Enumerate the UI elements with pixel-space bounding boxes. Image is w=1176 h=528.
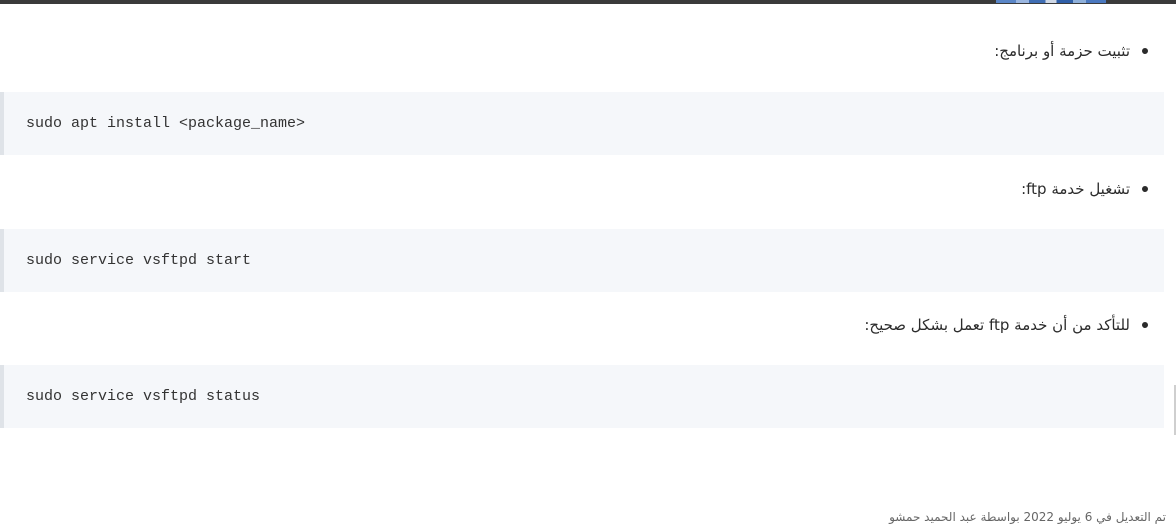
bullet-item-install: تثبيت حزمة أو برنامج:	[994, 42, 1148, 60]
window-top-border	[0, 0, 1176, 4]
code-text[interactable]: sudo service vsftpd start	[26, 252, 251, 269]
code-block-status[interactable]: sudo service vsftpd status	[0, 365, 1164, 428]
taskbar-icons-strip	[996, 0, 1106, 3]
bullet-label: تثبيت حزمة أو برنامج:	[994, 42, 1130, 60]
bullet-label: تشغيل خدمة ftp:	[1021, 180, 1130, 198]
page: تثبيت حزمة أو برنامج: sudo apt install <…	[0, 0, 1176, 528]
bullet-dot-icon	[1142, 322, 1148, 328]
code-block-start[interactable]: sudo service vsftpd start	[0, 229, 1164, 292]
code-text[interactable]: sudo apt install <package_name>	[26, 115, 305, 132]
code-text[interactable]: sudo service vsftpd status	[26, 388, 260, 405]
bullet-item-start-ftp: تشغيل خدمة ftp:	[1021, 180, 1148, 198]
bullet-label: للتأكد من أن خدمة ftp تعمل بشكل صحيح:	[864, 316, 1130, 334]
last-modified-footer: تم التعديل في 6 يوليو 2022 بواسطة عبد ال…	[889, 510, 1166, 524]
code-block-install[interactable]: sudo apt install <package_name>	[0, 92, 1164, 155]
bullet-dot-icon	[1142, 48, 1148, 54]
bullet-dot-icon	[1142, 186, 1148, 192]
bullet-item-check-ftp: للتأكد من أن خدمة ftp تعمل بشكل صحيح:	[864, 316, 1148, 334]
